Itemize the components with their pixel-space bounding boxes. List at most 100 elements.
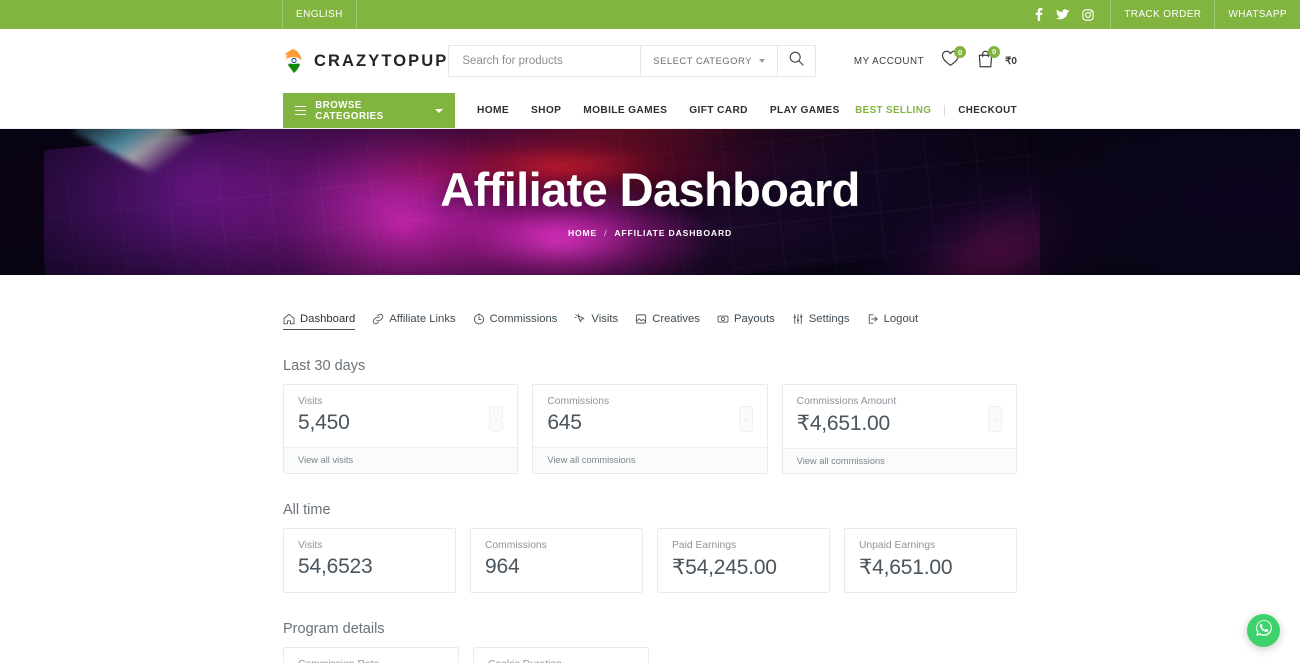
stat-card-value: ₹54,245.00 <box>672 556 777 579</box>
breadcrumb-current: AFFILIATE DASHBOARD <box>614 228 733 238</box>
stat-card-value: 964 <box>485 555 520 578</box>
cursor-icon <box>574 313 586 325</box>
stat-card-value: 54,6523 <box>298 555 373 578</box>
top-bar-left: ENGLISH <box>0 0 357 29</box>
stat-card-label: Commissions <box>547 396 610 407</box>
section-title-last-30-days: Last 30 days <box>283 358 366 374</box>
stat-card-footer-link[interactable]: View all commissions <box>782 448 1016 473</box>
affiliate-tab-label: Payouts <box>733 313 775 325</box>
stat-card-commissions-amount: Commissions Amount ₹4,651.00 - View all … <box>781 384 1017 474</box>
stat-card-footer-link[interactable]: View all visits <box>284 447 518 472</box>
whatsapp-label: WHATSAPP <box>1228 9 1287 20</box>
image-icon <box>635 313 647 325</box>
affiliate-tab-visits[interactable]: Visits <box>574 313 618 330</box>
cart-button[interactable]: 0 <box>977 45 1001 73</box>
chevron-down-icon <box>435 108 443 113</box>
section-title-all-time: All time <box>283 502 331 518</box>
program-details-cards: Commission Rate Sale rate: 1% Cookie Dur… <box>283 647 1017 663</box>
affiliate-tab-affiliate-links[interactable]: Affiliate Links <box>372 313 456 330</box>
affiliate-tab-label: Affiliate Links <box>389 313 456 325</box>
nav-item-checkout[interactable]: CHECKOUT <box>958 105 1017 116</box>
top-bar: ENGLISH TRACK ORDER WHATSAPP <box>0 0 1300 29</box>
wishlist-button[interactable]: 0 <box>941 46 967 72</box>
browse-categories-label: BROWSE CATEGORIES <box>315 99 384 122</box>
page-title: Affiliate Dashboard <box>440 163 860 216</box>
affiliate-tab-dashboard[interactable]: Dashboard <box>283 313 356 330</box>
stat-card-value: ₹4,651.00 <box>796 412 891 435</box>
site-header: CRAZYTOPUP SELECT CATEGORY MY ACCOUNT 0 … <box>0 29 1300 93</box>
whatsapp-float-button[interactable] <box>1247 614 1280 647</box>
whatsapp-icon <box>1254 618 1274 643</box>
stat-card-value: 645 <box>547 411 582 434</box>
last-30-days-cards: Visits 5,450 - View all visits Commissio… <box>283 384 1017 474</box>
sliders-icon <box>792 313 804 325</box>
twitter-icon[interactable] <box>1056 9 1070 20</box>
stat-card-cookie-duration: Cookie Duration 30 days <box>473 647 649 663</box>
track-order-link[interactable]: TRACK ORDER <box>1110 0 1214 29</box>
main-content: Dashboard Affiliate Links Commissions Vi… <box>0 275 1300 663</box>
category-select[interactable]: SELECT CATEGORY <box>640 46 777 76</box>
site-logo[interactable]: CRAZYTOPUP <box>283 48 448 74</box>
cart-count-badge: 0 <box>988 45 1001 58</box>
nav-item-shop[interactable]: SHOP <box>531 105 561 116</box>
my-account-link[interactable]: MY ACCOUNT <box>854 56 924 67</box>
wishlist-count-badge: 0 <box>954 46 967 58</box>
language-label: ENGLISH <box>296 9 343 20</box>
category-select-label: SELECT CATEGORY <box>653 55 752 67</box>
affiliate-tab-settings[interactable]: Settings <box>792 313 850 330</box>
affiliate-tab-label: Creatives <box>652 313 700 325</box>
stat-card-chip: - <box>489 406 504 432</box>
cart-total-amount: ₹0 <box>1005 55 1017 67</box>
money-icon <box>717 313 729 325</box>
affiliate-tab-label: Commissions <box>489 313 558 325</box>
stat-card-value: ₹4,651.00 <box>859 556 953 579</box>
stat-card-label: Visits <box>298 540 323 551</box>
stat-card-label: Paid Earnings <box>672 540 737 551</box>
nav-item-mobile-games[interactable]: MOBILE GAMES <box>583 105 667 116</box>
chevron-down-icon <box>758 59 765 63</box>
nav-item-home[interactable]: HOME <box>477 105 509 116</box>
whatsapp-link[interactable]: WHATSAPP <box>1214 0 1300 29</box>
divider <box>944 105 946 116</box>
search-icon <box>789 51 804 71</box>
stat-card-footer-link[interactable]: View all commissions <box>533 447 767 472</box>
track-order-label: TRACK ORDER <box>1124 9 1202 20</box>
affiliate-tab-logout[interactable]: Logout <box>867 313 919 330</box>
link-icon <box>372 313 384 325</box>
home-icon <box>283 313 295 325</box>
instagram-icon[interactable] <box>1082 8 1094 21</box>
stat-card-label: Commissions Amount <box>796 396 897 407</box>
nav-item-best-selling[interactable]: BEST SELLING <box>855 105 931 116</box>
stat-card-unpaid-earnings: Unpaid Earnings ₹4,651.00 <box>844 528 1017 593</box>
browse-categories-button[interactable]: BROWSE CATEGORIES <box>283 93 455 128</box>
affiliate-tab-label: Logout <box>883 313 919 325</box>
nav-item-play-games[interactable]: PLAY GAMES <box>770 105 840 116</box>
all-time-cards: Visits 54,6523 Commissions 964 Paid Earn… <box>283 528 1017 593</box>
header-actions: MY ACCOUNT 0 0 ₹0 <box>854 45 1017 73</box>
section-title-program-details: Program details <box>283 621 385 637</box>
stat-card-label: Commissions <box>485 540 547 551</box>
stat-card-label: Commission Rate <box>298 659 444 663</box>
logo-text: CRAZYTOPUP <box>314 51 449 70</box>
facebook-icon[interactable] <box>1035 8 1043 21</box>
stat-card-label: Cookie Duration <box>488 659 634 663</box>
affiliate-tab-commissions[interactable]: Commissions <box>473 313 558 330</box>
affiliate-tab-label: Dashboard <box>300 313 356 325</box>
nav-links: HOME SHOP MOBILE GAMES GIFT CARD PLAY GA… <box>477 93 840 128</box>
affiliate-tab-creatives[interactable]: Creatives <box>635 313 700 330</box>
nav-item-gift-card[interactable]: GIFT CARD <box>689 105 748 116</box>
search-input[interactable] <box>449 46 641 76</box>
page-hero: Affiliate Dashboard HOME / AFFILIATE DAS… <box>0 129 1300 275</box>
hamburger-icon <box>295 105 307 116</box>
stat-card-all-time-visits: Visits 54,6523 <box>283 528 456 593</box>
language-selector[interactable]: ENGLISH <box>282 0 357 29</box>
affiliate-tab-label: Visits <box>591 313 619 325</box>
affiliate-tab-payouts[interactable]: Payouts <box>717 313 775 330</box>
affiliate-nav: Dashboard Affiliate Links Commissions Vi… <box>283 313 1017 330</box>
breadcrumb-home[interactable]: HOME <box>568 228 597 238</box>
stat-card-visits: Visits 5,450 - View all visits <box>283 384 519 474</box>
search-button[interactable] <box>776 46 815 76</box>
stat-card-commission-rate: Commission Rate Sale rate: 1% <box>283 647 459 663</box>
stat-card-all-time-commissions: Commissions 964 <box>470 528 643 593</box>
affiliate-tab-label: Settings <box>808 313 850 325</box>
